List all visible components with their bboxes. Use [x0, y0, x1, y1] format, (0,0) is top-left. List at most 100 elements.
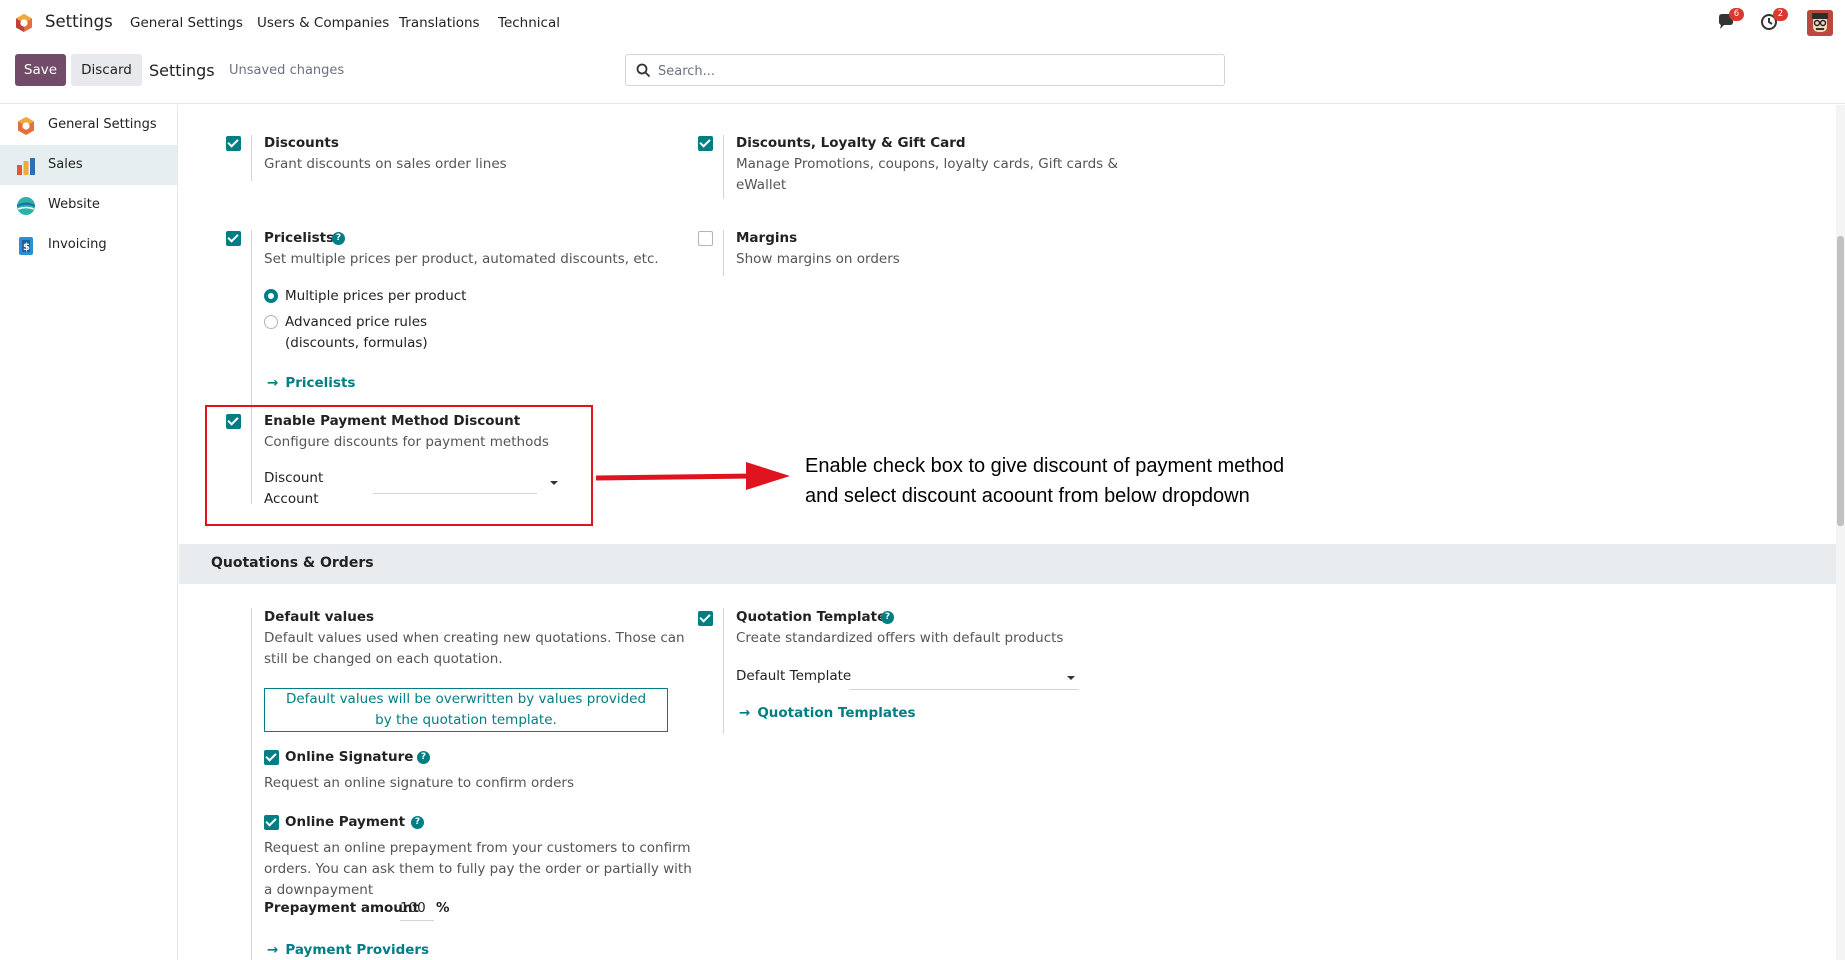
sidebar-item-general-settings[interactable]: General Settings	[0, 105, 177, 145]
sidebar-item-invoicing[interactable]: $ Invoicing	[0, 225, 177, 265]
online-signature-title: Online Signature	[285, 749, 414, 765]
discard-button[interactable]: Discard	[71, 54, 142, 86]
setting-divider	[723, 135, 724, 199]
user-avatar-icon	[1807, 10, 1833, 36]
sidebar-item-website[interactable]: Website	[0, 185, 177, 225]
default-template-dropdown[interactable]	[849, 689, 1079, 690]
online-signature-description: Request an online signature to confirm o…	[264, 775, 574, 791]
online-payment-description-line2: orders. You can ask them to fully pay th…	[264, 861, 692, 877]
sidebar-item-label: General Settings	[48, 117, 157, 132]
default-values-title: Default values	[264, 609, 375, 625]
default-values-info-alert: Default values will be overwritten by va…	[264, 688, 668, 732]
loyalty-description-line1: Manage Promotions, coupons, loyalty card…	[736, 156, 1118, 172]
sidebar-item-sales[interactable]: Sales	[0, 145, 177, 185]
invoicing-app-icon: $	[19, 237, 33, 255]
arrow-right-icon: →	[739, 705, 751, 721]
default-values-description-line1: Default values used when creating new qu…	[264, 630, 685, 646]
online-payment-checkbox[interactable]	[264, 815, 279, 830]
prepayment-unit: %	[436, 900, 450, 916]
activities-button[interactable]: 2	[1760, 8, 1788, 35]
loyalty-checkbox[interactable]	[698, 136, 713, 151]
annotation-text: Enable check box to give discount of pay…	[805, 451, 1284, 511]
highlight-box	[205, 405, 593, 526]
prepayment-amount-input[interactable]: 100	[400, 900, 434, 921]
search-icon	[636, 63, 651, 78]
setting-divider	[251, 135, 252, 181]
save-button[interactable]: Save	[15, 54, 66, 86]
quotation-templates-link[interactable]: → Quotation Templates	[739, 705, 916, 721]
chevron-down-icon[interactable]	[1067, 676, 1075, 680]
sidebar-item-label: Sales	[48, 157, 83, 172]
annotation-line2: and select discount acoount from below d…	[805, 485, 1250, 507]
odoo-logo-icon	[18, 117, 34, 135]
help-icon[interactable]: ?	[411, 816, 424, 829]
online-payment-description-line3: a downpayment	[264, 882, 374, 898]
scrollbar-track[interactable]	[1836, 105, 1845, 960]
search-input[interactable]	[658, 61, 1208, 81]
settings-sidebar: General Settings Sales Website $ Invoici…	[0, 105, 178, 960]
sidebar-item-label: Invoicing	[48, 237, 107, 252]
payment-providers-link[interactable]: → Payment Providers	[267, 942, 429, 958]
quotation-templates-checkbox[interactable]	[698, 611, 713, 626]
margins-description: Show margins on orders	[736, 251, 900, 267]
menu-users-companies[interactable]: Users & Companies	[257, 15, 389, 31]
breadcrumb-title: Settings	[149, 61, 215, 80]
menu-technical[interactable]: Technical	[498, 15, 560, 31]
radio-advanced-price-rules[interactable]	[264, 315, 278, 329]
svg-text:$: $	[23, 242, 30, 253]
menu-translations[interactable]: Translations	[399, 15, 480, 31]
arrow-right-icon: →	[267, 942, 279, 958]
sidebar-item-label: Website	[48, 197, 100, 212]
pricelists-description: Set multiple prices per product, automat…	[264, 251, 659, 267]
control-panel: Save Discard Settings Unsaved changes	[0, 46, 1845, 104]
annotation-line1: Enable check box to give discount of pay…	[805, 455, 1285, 477]
pricelists-link[interactable]: → Pricelists	[267, 375, 355, 391]
help-icon[interactable]: ?	[417, 751, 430, 764]
pricelists-link-label: Pricelists	[285, 375, 356, 391]
sales-app-icon	[17, 158, 35, 175]
activities-badge: 2	[1773, 8, 1788, 21]
search-bar[interactable]	[625, 54, 1225, 86]
settings-content: Discounts Grant discounts on sales order…	[179, 105, 1839, 960]
help-icon[interactable]: ?	[881, 611, 894, 624]
menu-general-settings[interactable]: General Settings	[130, 15, 243, 31]
online-signature-checkbox[interactable]	[264, 750, 279, 765]
arrow-right-icon: →	[267, 375, 279, 391]
info-line2: by the quotation template.	[375, 712, 557, 728]
pricelists-title: Pricelists	[264, 230, 335, 246]
default-values-description-line2: still be changed on each quotation.	[264, 651, 503, 667]
website-app-icon	[17, 197, 35, 215]
app-title[interactable]: Settings	[45, 12, 113, 31]
section-header-quotations: Quotations & Orders	[179, 544, 1836, 584]
messages-badge: 6	[1729, 8, 1744, 21]
pricelists-checkbox[interactable]	[226, 231, 241, 246]
loyalty-title: Discounts, Loyalty & Gift Card	[736, 135, 966, 151]
scrollbar-thumb[interactable]	[1837, 236, 1844, 526]
user-avatar[interactable]	[1807, 10, 1833, 36]
payment-providers-link-label: Payment Providers	[285, 942, 430, 958]
discounts-checkbox[interactable]	[226, 136, 241, 151]
loyalty-description-line2: eWallet	[736, 177, 787, 193]
default-template-label: Default Template	[736, 668, 852, 684]
help-icon[interactable]: ?	[332, 232, 345, 245]
quotation-templates-link-label: Quotation Templates	[757, 705, 916, 721]
setting-divider	[251, 608, 252, 960]
radio-multiple-prices[interactable]	[264, 289, 278, 303]
radio-advanced-price-rules-label-line1[interactable]: Advanced price rules	[285, 312, 427, 333]
online-payment-description-line1: Request an online prepayment from your c…	[264, 840, 691, 856]
section-title: Quotations & Orders	[211, 555, 374, 571]
margins-title: Margins	[736, 230, 798, 246]
discounts-title: Discounts	[264, 135, 339, 151]
annotation-arrow-icon	[595, 462, 790, 490]
messages-button[interactable]: 6	[1716, 8, 1744, 35]
odoo-settings-logo-icon[interactable]	[14, 13, 34, 33]
prepayment-amount-label: Prepayment amount	[264, 900, 419, 916]
radio-multiple-prices-label[interactable]: Multiple prices per product	[285, 286, 466, 307]
quotation-templates-title: Quotation Templates	[736, 609, 895, 625]
quotation-templates-description: Create standardized offers with default …	[736, 630, 1064, 646]
info-line1: Default values will be overwritten by va…	[285, 691, 647, 707]
margins-checkbox[interactable]	[698, 231, 713, 246]
radio-advanced-price-rules-label-line2[interactable]: (discounts, formulas)	[285, 333, 428, 354]
setting-divider	[723, 230, 724, 276]
discounts-description: Grant discounts on sales order lines	[264, 156, 507, 172]
